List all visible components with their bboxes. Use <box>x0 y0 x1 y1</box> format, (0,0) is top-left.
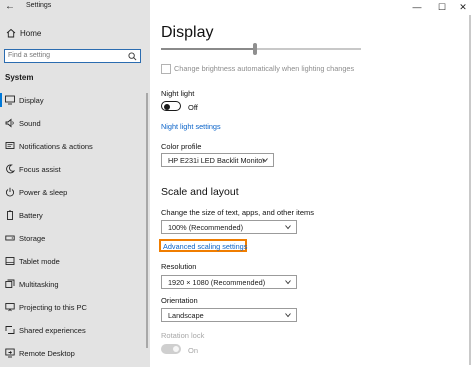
brightness-slider[interactable] <box>161 43 361 55</box>
power-icon <box>5 187 15 197</box>
sidebar-item-power-sleep[interactable]: Power & sleep <box>0 182 150 202</box>
sidebar-item-label: Projecting to this PC <box>19 303 87 312</box>
rotation-lock-state: On <box>188 346 199 355</box>
page-title: Display <box>161 24 214 41</box>
sidebar-scrollbar[interactable] <box>146 93 148 348</box>
storage-icon <box>5 235 15 241</box>
back-arrow-icon[interactable]: ← <box>4 1 16 13</box>
chevron-down-icon <box>285 280 291 285</box>
sidebar-item-label: Power & sleep <box>19 188 68 197</box>
resolution-value: 1920 × 1080 (Recommended) <box>168 278 266 287</box>
night-light-toggle[interactable] <box>161 101 181 111</box>
brightness-slider-thumb[interactable] <box>253 43 257 55</box>
orientation-value: Landscape <box>168 311 204 320</box>
sidebar-item-remote-desktop[interactable]: Remote Desktop <box>0 343 150 363</box>
chevron-down-icon <box>285 313 291 318</box>
home-label: Home <box>20 29 42 38</box>
sidebar-item-tablet-mode[interactable]: Tablet mode <box>0 251 150 271</box>
color-profile-select[interactable]: HP E231i LED Backlit Monitor <box>161 153 274 167</box>
sidebar-item-label: Multitasking <box>19 280 59 289</box>
sidebar-item-multitasking[interactable]: Multitasking <box>0 274 150 294</box>
home-nav-item[interactable]: Home <box>6 27 146 41</box>
brightness-slider-fill <box>161 48 255 50</box>
moon-icon <box>6 164 15 174</box>
toggle-knob <box>173 346 179 352</box>
toggle-knob <box>164 103 170 110</box>
multitasking-icon <box>5 279 15 288</box>
search-icon[interactable] <box>128 52 137 61</box>
main-content: Display Change brightness automatically … <box>150 0 474 367</box>
sidebar-section-title: System <box>5 73 34 82</box>
night-light-settings-link[interactable]: Night light settings <box>161 122 221 131</box>
monitor-icon <box>5 95 15 105</box>
scale-select[interactable]: 100% (Recommended) <box>161 220 297 234</box>
speaker-icon <box>5 118 14 128</box>
resolution-label: Resolution <box>161 262 197 271</box>
chevron-down-icon <box>285 225 291 230</box>
sidebar-item-label: Battery <box>19 211 43 220</box>
remote-desktop-icon <box>5 348 15 358</box>
color-profile-label: Color profile <box>161 142 202 151</box>
orientation-label: Orientation <box>161 296 198 305</box>
sidebar-item-label: Tablet mode <box>19 257 60 266</box>
sidebar-item-storage[interactable]: Storage <box>0 228 150 248</box>
sidebar-item-display[interactable]: Display <box>0 90 150 110</box>
scale-layout-heading: Scale and layout <box>161 186 239 198</box>
shared-icon <box>5 326 15 334</box>
night-light-label: Night light <box>161 89 195 98</box>
advanced-scaling-link[interactable]: Advanced scaling settings <box>163 242 247 251</box>
sidebar-item-notifications[interactable]: Notifications & actions <box>0 136 150 156</box>
chevron-down-icon <box>262 158 268 163</box>
search-input[interactable]: Find a setting <box>4 49 141 63</box>
orientation-select[interactable]: Landscape <box>161 308 297 322</box>
auto-brightness-checkbox[interactable] <box>161 64 171 74</box>
notification-icon <box>5 142 15 149</box>
rotation-lock-label: Rotation lock <box>161 331 205 340</box>
sidebar-item-label: Storage <box>19 234 46 243</box>
battery-icon <box>7 210 13 220</box>
sidebar-item-label: Display <box>19 96 44 105</box>
sidebar-item-label: Notifications & actions <box>19 142 93 151</box>
sidebar-item-sound[interactable]: Sound <box>0 113 150 133</box>
scale-label: Change the size of text, apps, and other… <box>161 208 315 217</box>
main-scrollbar[interactable] <box>469 15 471 365</box>
sidebar-item-projecting[interactable]: Projecting to this PC <box>0 297 150 317</box>
sidebar-item-label: Focus assist <box>19 165 61 174</box>
sidebar-item-battery[interactable]: Battery <box>0 205 150 225</box>
projecting-icon <box>5 303 15 312</box>
home-icon <box>6 28 16 38</box>
night-light-state: Off <box>188 103 198 112</box>
sidebar-item-shared-experiences[interactable]: Shared experiences <box>0 320 150 340</box>
tablet-icon <box>5 257 15 265</box>
scale-value: 100% (Recommended) <box>168 223 244 232</box>
window-title: Settings <box>26 2 52 9</box>
sidebar-item-label: Sound <box>19 119 41 128</box>
sidebar: Home Find a setting System Display Sound… <box>0 0 150 367</box>
resolution-select[interactable]: 1920 × 1080 (Recommended) <box>161 275 297 289</box>
sidebar-item-label: Remote Desktop <box>19 349 75 358</box>
search-placeholder: Find a setting <box>8 52 51 59</box>
color-profile-value: HP E231i LED Backlit Monitor <box>168 156 265 165</box>
sidebar-item-label: Shared experiences <box>19 326 86 335</box>
rotation-lock-toggle[interactable] <box>161 344 181 354</box>
auto-brightness-label: Change brightness automatically when lig… <box>174 64 355 73</box>
sidebar-item-focus-assist[interactable]: Focus assist <box>0 159 150 179</box>
